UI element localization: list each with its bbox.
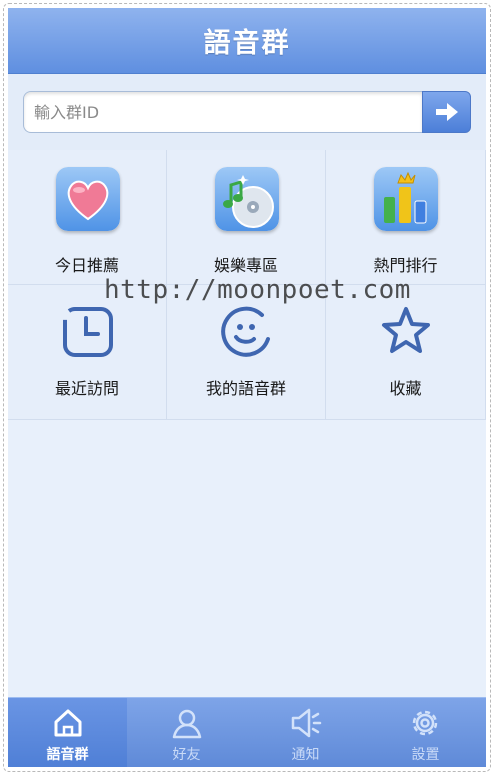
group-id-input[interactable]	[23, 91, 422, 133]
ranking-chart-icon	[374, 167, 438, 231]
tab-label: 設置	[411, 747, 440, 763]
tab-label: 好友	[172, 747, 201, 763]
grid-item-label: 我的語音群	[205, 379, 286, 398]
grid-item-entertainment[interactable]: 娛樂專區	[167, 150, 326, 285]
bottom-tab-bar: 語音群 好友 通知 設置	[8, 697, 486, 767]
grid-item-my-groups[interactable]: 我的語音群	[167, 285, 326, 420]
tab-label: 語音群	[46, 747, 89, 763]
gear-icon	[412, 710, 438, 736]
tab-friends[interactable]: 好友	[127, 698, 246, 767]
grid-item-label: 熱門排行	[373, 256, 438, 275]
star-icon	[382, 307, 430, 353]
heart-icon	[56, 167, 120, 231]
search-submit-button[interactable]	[422, 91, 471, 133]
grid-item-label: 收藏	[389, 379, 422, 398]
arrow-right-icon	[435, 103, 458, 121]
music-disc-icon	[215, 167, 279, 231]
person-icon	[172, 709, 202, 739]
grid-item-label: 今日推薦	[54, 256, 119, 275]
page-title: 語音群	[203, 28, 291, 59]
grid-item-recent[interactable]: 最近訪問	[8, 285, 167, 420]
tab-voice-groups[interactable]: 語音群	[8, 698, 127, 767]
app-screen: 語音群 今日推薦	[8, 8, 486, 767]
face-icon	[221, 306, 270, 357]
tab-notifications[interactable]: 通知	[246, 698, 365, 767]
search-bar	[8, 74, 486, 150]
home-icon	[54, 709, 82, 737]
speaker-icon	[291, 708, 322, 738]
grid-item-recommended[interactable]: 今日推薦	[8, 150, 167, 285]
grid-item-label: 娛樂專區	[213, 256, 278, 275]
tab-settings[interactable]: 設置	[365, 698, 486, 767]
header-bar: 語音群	[8, 8, 486, 74]
clock-icon	[63, 307, 113, 357]
grid-item-popular[interactable]: 熱門排行	[326, 150, 486, 285]
grid-item-favorites[interactable]: 收藏	[326, 285, 486, 420]
grid-item-label: 最近訪問	[54, 379, 119, 398]
tab-label: 通知	[291, 747, 320, 763]
watermark-text: http://moonpoet.com	[104, 275, 411, 305]
